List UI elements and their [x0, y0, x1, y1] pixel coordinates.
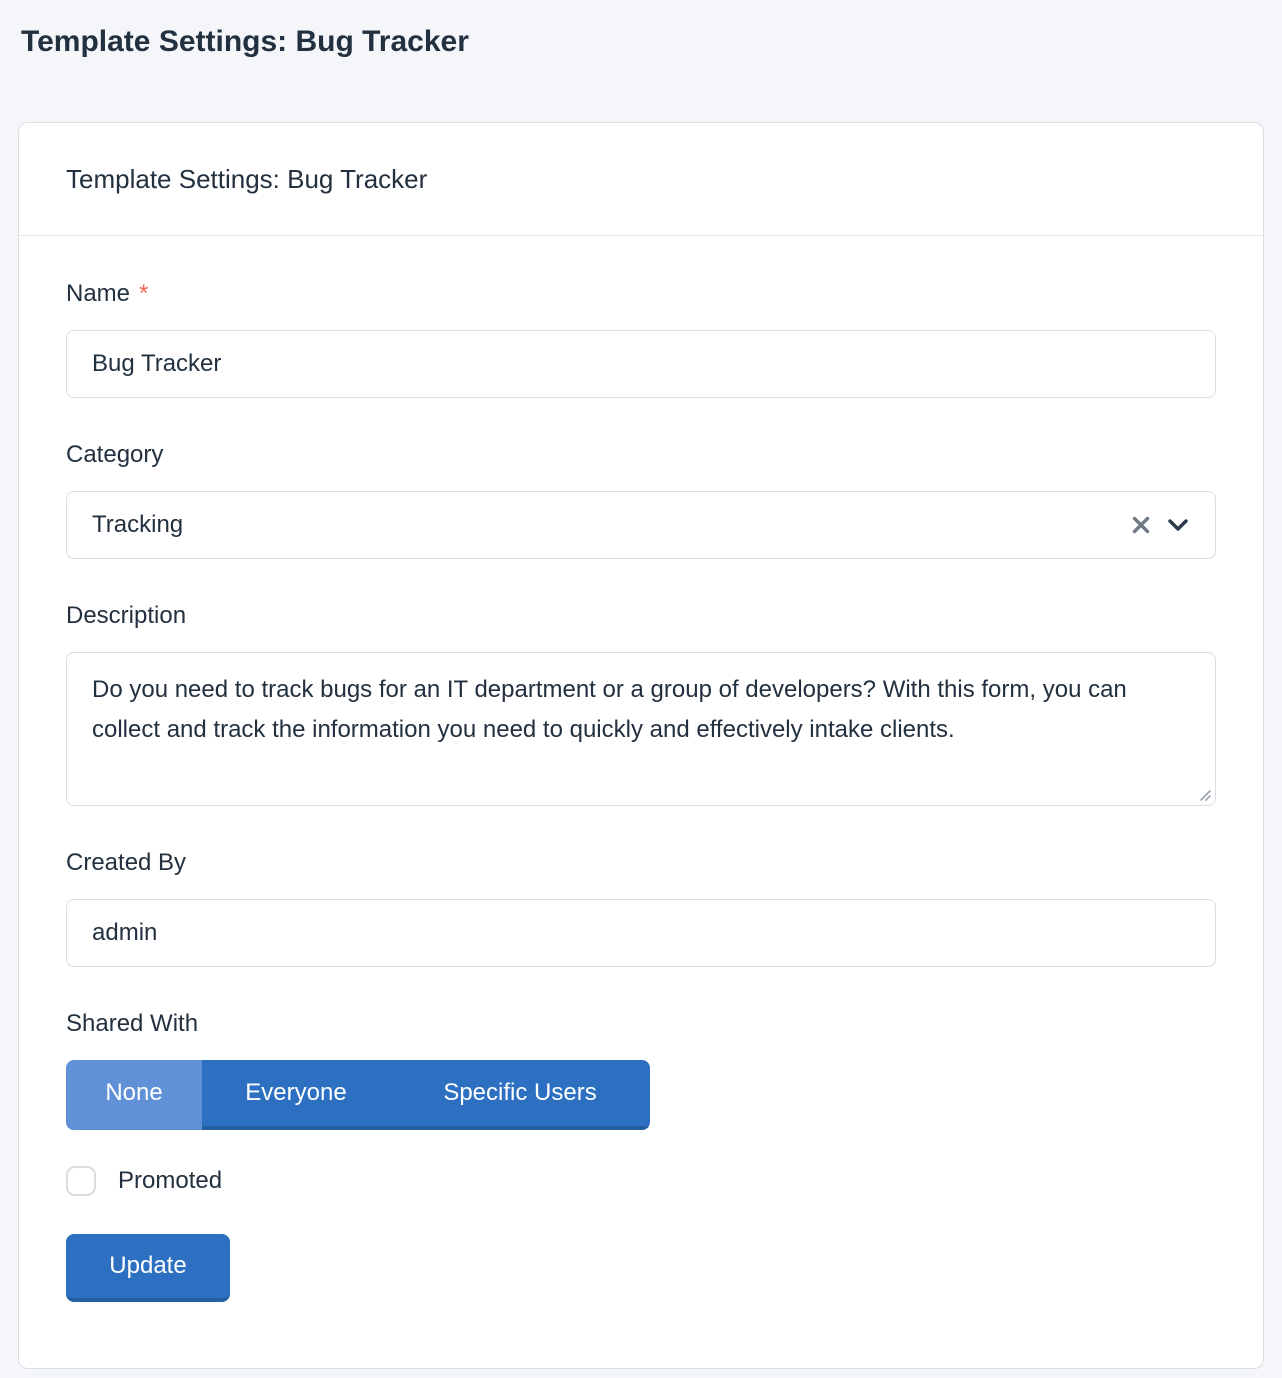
shared-with-label: Shared With — [66, 1009, 1216, 1039]
category-label: Category — [66, 440, 1216, 470]
category-select[interactable]: Tracking — [66, 491, 1216, 559]
category-selected-value: Tracking — [92, 511, 1130, 539]
shared-with-option-specific-users[interactable]: Specific Users — [390, 1060, 650, 1130]
page-title: Template Settings: Bug Tracker — [0, 0, 1282, 62]
description-field-group: Description Do you need to track bugs fo… — [66, 601, 1216, 806]
promoted-row: Promoted — [66, 1166, 1216, 1196]
update-button[interactable]: Update — [66, 1234, 230, 1302]
category-field-group: Category Tracking — [66, 440, 1216, 559]
shared-with-option-none[interactable]: None — [66, 1060, 202, 1130]
resize-handle-icon[interactable] — [1197, 787, 1211, 801]
card-header-title: Template Settings: Bug Tracker — [19, 123, 1263, 236]
shared-with-group: Shared With None Everyone Specific Users — [66, 1009, 1216, 1130]
template-settings-card: Template Settings: Bug Tracker Name * Ca… — [18, 122, 1264, 1369]
name-field-group: Name * — [66, 279, 1216, 398]
created-by-label: Created By — [66, 848, 1216, 878]
name-label-text: Name — [66, 279, 130, 309]
name-label: Name * — [66, 279, 1216, 309]
name-input[interactable] — [66, 330, 1216, 398]
created-by-input[interactable] — [66, 899, 1216, 967]
x-icon[interactable] — [1130, 514, 1152, 536]
promoted-checkbox[interactable] — [66, 1166, 96, 1196]
created-by-field-group: Created By — [66, 848, 1216, 967]
card-body: Name * Category Tracking — [19, 236, 1263, 1368]
shared-with-option-everyone[interactable]: Everyone — [202, 1060, 390, 1130]
description-textarea[interactable]: Do you need to track bugs for an IT depa… — [66, 652, 1216, 806]
description-label: Description — [66, 601, 1216, 631]
required-asterisk: * — [139, 279, 148, 309]
shared-with-button-group: None Everyone Specific Users — [66, 1060, 650, 1130]
promoted-label: Promoted — [118, 1167, 222, 1195]
chevron-down-icon[interactable] — [1164, 511, 1192, 539]
